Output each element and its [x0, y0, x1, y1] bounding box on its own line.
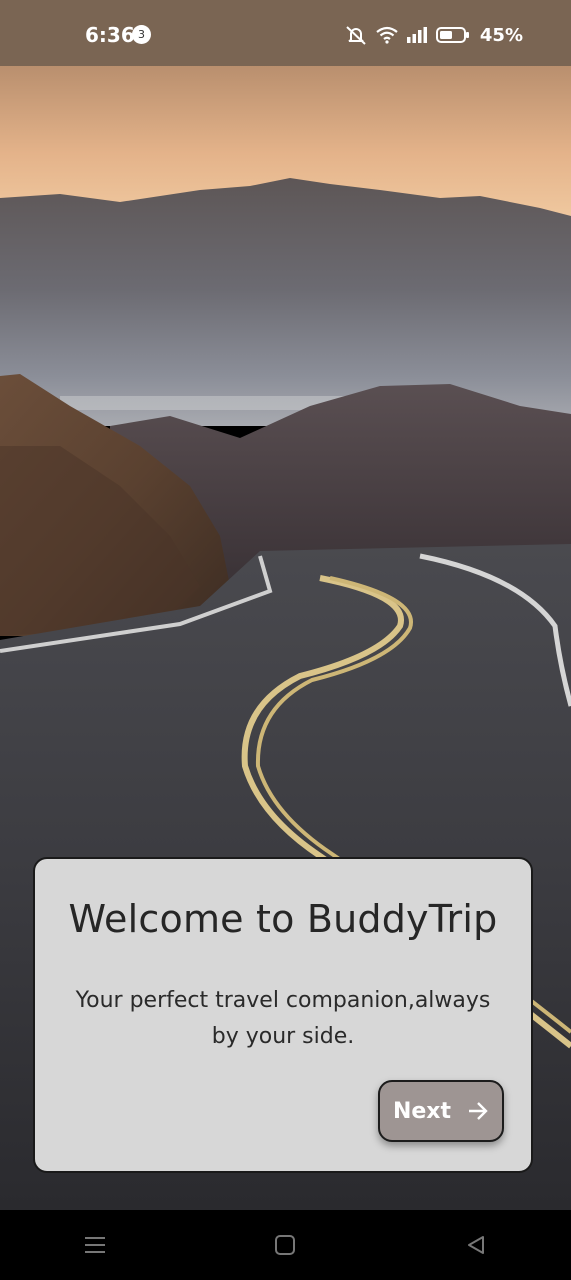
- clock: 6:36: [85, 23, 135, 47]
- next-button-label: Next: [392, 1098, 452, 1124]
- notification-badge: 3: [132, 25, 151, 44]
- back-icon: [467, 1236, 484, 1254]
- back-button[interactable]: [446, 1225, 506, 1265]
- welcome-title: Welcome to BuddyTrip: [68, 897, 498, 941]
- battery-icon: [435, 27, 469, 43]
- status-bar: 6:36 3 45%: [0, 0, 571, 66]
- home-button[interactable]: [255, 1225, 315, 1265]
- wifi-icon: [376, 26, 398, 44]
- menu-icon: [85, 1237, 106, 1253]
- home-icon: [275, 1235, 296, 1255]
- system-nav-bar: [0, 1210, 571, 1280]
- welcome-subtitle: Your perfect travel companion,always by …: [63, 983, 503, 1055]
- battery-percent: 45%: [479, 24, 523, 46]
- recents-button[interactable]: [65, 1225, 125, 1265]
- arrow-right-icon: [469, 1102, 488, 1120]
- mute-icon: [346, 26, 366, 45]
- next-button[interactable]: Next: [378, 1080, 504, 1142]
- welcome-subtitle-line1: Your perfect travel companion,always: [75, 988, 491, 1013]
- status-icons: 45%: [344, 24, 523, 46]
- welcome-card: Welcome to BuddyTrip Your perfect travel…: [33, 857, 533, 1173]
- welcome-subtitle-line2: by your side.: [211, 1024, 355, 1049]
- signal-icon: [406, 27, 427, 43]
